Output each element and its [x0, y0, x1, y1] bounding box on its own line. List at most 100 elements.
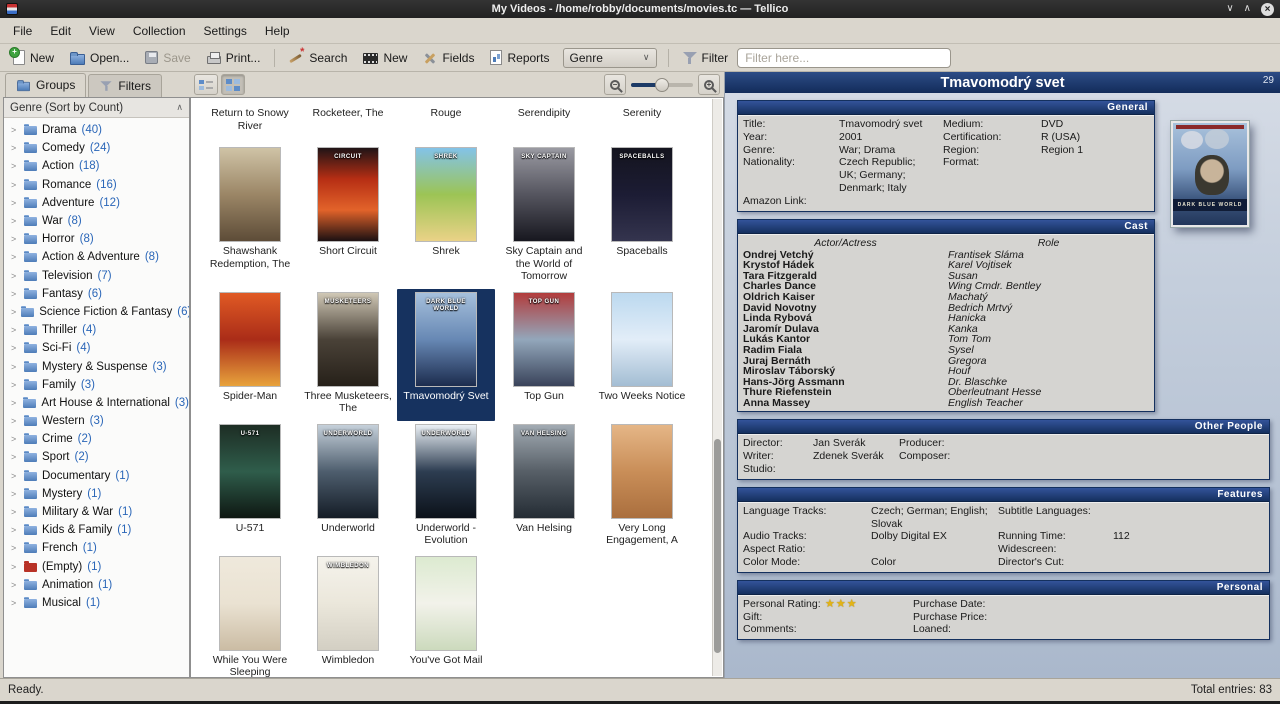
- expander-icon[interactable]: >: [11, 362, 19, 372]
- expander-icon[interactable]: >: [11, 471, 19, 481]
- menu-item[interactable]: Help: [256, 20, 299, 42]
- internet-search-button[interactable]: Search: [282, 47, 354, 68]
- movie-item[interactable]: UNDERWORLD Underworld: [299, 421, 397, 553]
- expander-icon[interactable]: >: [11, 507, 19, 517]
- genre-tree-item[interactable]: > Television 7: [4, 267, 189, 285]
- movie-item[interactable]: U-571 U-571: [201, 421, 299, 553]
- menu-item[interactable]: View: [80, 20, 124, 42]
- genre-tree-item[interactable]: > Thriller 4: [4, 321, 189, 339]
- zoom-out-button[interactable]: [604, 74, 626, 95]
- expander-icon[interactable]: >: [11, 307, 16, 317]
- genre-tree-item[interactable]: > Documentary 1: [4, 467, 189, 485]
- movie-item[interactable]: SPACEBALLS Spaceballs: [593, 144, 691, 289]
- menu-item[interactable]: File: [4, 20, 41, 42]
- movie-item[interactable]: VAN HELSING Van Helsing: [495, 421, 593, 553]
- movie-item[interactable]: Serendipity: [495, 102, 593, 140]
- expander-icon[interactable]: >: [11, 289, 19, 299]
- genre-tree-item[interactable]: > Horror 8: [4, 230, 189, 248]
- genre-tree-item[interactable]: > (Empty) 1: [4, 558, 189, 576]
- genre-tree-item[interactable]: > Art House & International 3: [4, 394, 189, 412]
- list-view-button[interactable]: [194, 74, 218, 95]
- expander-icon[interactable]: >: [11, 143, 19, 153]
- expander-icon[interactable]: >: [11, 380, 19, 390]
- genre-tree-item[interactable]: > Action 18: [4, 157, 189, 175]
- expander-icon[interactable]: >: [11, 489, 19, 499]
- vertical-scrollbar[interactable]: [712, 99, 722, 676]
- expander-icon[interactable]: >: [11, 325, 19, 335]
- genre-tree-item[interactable]: > Sport 2: [4, 448, 189, 466]
- movie-item[interactable]: CIRCUIT Short Circuit: [299, 144, 397, 289]
- genre-tree-item[interactable]: > Animation 1: [4, 576, 189, 594]
- filter-input[interactable]: [737, 48, 951, 68]
- movie-item[interactable]: SHREK Shrek: [397, 144, 495, 289]
- genre-tree-item[interactable]: > Western 3: [4, 412, 189, 430]
- expander-icon[interactable]: >: [11, 580, 19, 590]
- tab-groups[interactable]: Groups: [5, 73, 86, 97]
- movie-item[interactable]: Shawshank Redemption, The: [201, 144, 299, 289]
- slider-knob[interactable]: [655, 78, 669, 92]
- movie-item[interactable]: Very Long Engagement, A: [593, 421, 691, 553]
- genre-tree-item[interactable]: > Science Fiction & Fantasy 6: [4, 303, 189, 321]
- maximize-icon[interactable]: ∧: [1244, 3, 1251, 15]
- movie-item[interactable]: DARK BLUE WORLD Tmavomodrý Svet: [397, 289, 495, 421]
- fields-button[interactable]: Fields: [416, 48, 481, 68]
- movie-item[interactable]: Serenity: [593, 102, 691, 140]
- group-by-combobox[interactable]: Genre ∨: [563, 48, 657, 68]
- genre-tree-item[interactable]: > Mystery & Suspense 3: [4, 357, 189, 375]
- genre-tree-item[interactable]: > Military & War 1: [4, 503, 189, 521]
- genre-tree-item[interactable]: > Family 3: [4, 376, 189, 394]
- new-entry-button[interactable]: New: [356, 48, 414, 68]
- expander-icon[interactable]: >: [11, 398, 18, 408]
- expander-icon[interactable]: >: [11, 434, 19, 444]
- genre-tree-item[interactable]: > Mystery 1: [4, 485, 189, 503]
- icon-size-slider[interactable]: [631, 83, 693, 87]
- genre-tree-item[interactable]: > French 1: [4, 539, 189, 557]
- collapse-icon[interactable]: ∧: [176, 102, 183, 113]
- expander-icon[interactable]: >: [11, 216, 19, 226]
- save-button[interactable]: Save: [138, 48, 197, 68]
- expander-icon[interactable]: >: [11, 198, 19, 208]
- genre-tree-item[interactable]: > Sci-Fi 4: [4, 339, 189, 357]
- movie-item[interactable]: Return to Snowy River: [201, 102, 299, 140]
- expander-icon[interactable]: >: [11, 161, 19, 171]
- genre-tree-item[interactable]: > Kids & Family 1: [4, 521, 189, 539]
- genre-tree-item[interactable]: > Fantasy 6: [4, 285, 189, 303]
- menu-item[interactable]: Edit: [41, 20, 80, 42]
- movie-item[interactable]: UNDERWORLD Underworld - Evolution: [397, 421, 495, 553]
- icon-view-button[interactable]: [221, 74, 245, 95]
- genre-tree-item[interactable]: > Musical 1: [4, 594, 189, 612]
- expander-icon[interactable]: >: [11, 252, 19, 262]
- movie-item[interactable]: Rocketeer, The: [299, 102, 397, 140]
- expander-icon[interactable]: >: [11, 343, 19, 353]
- open-button[interactable]: Open...: [63, 48, 136, 68]
- movie-item[interactable]: SKY CAPTAIN Sky Captain and the World of…: [495, 144, 593, 289]
- genre-tree-item[interactable]: > Comedy 24: [4, 139, 189, 157]
- movie-item[interactable]: MUSKETEERS Three Musketeers, The: [299, 289, 397, 421]
- genre-tree-item[interactable]: > Action & Adventure 8: [4, 248, 189, 266]
- expander-icon[interactable]: >: [11, 562, 19, 572]
- genre-tree-item[interactable]: > War 8: [4, 212, 189, 230]
- movie-item[interactable]: TOP GUN Top Gun: [495, 289, 593, 421]
- close-icon[interactable]: ×: [1261, 3, 1274, 16]
- expander-icon[interactable]: >: [11, 125, 19, 135]
- movie-item[interactable]: You've Got Mail: [397, 553, 495, 679]
- genre-tree-item[interactable]: > Drama 40: [4, 121, 189, 139]
- movie-item[interactable]: While You Were Sleeping: [201, 553, 299, 679]
- expander-icon[interactable]: >: [11, 452, 19, 462]
- expander-icon[interactable]: >: [11, 598, 19, 608]
- expander-icon[interactable]: >: [11, 180, 19, 190]
- zoom-in-button[interactable]: [698, 74, 720, 95]
- scrollbar-thumb[interactable]: [714, 439, 721, 652]
- genre-tree-item[interactable]: > Adventure 12: [4, 194, 189, 212]
- new-collection-button[interactable]: New: [6, 47, 61, 68]
- genre-tree-item[interactable]: > Romance 16: [4, 176, 189, 194]
- movie-item[interactable]: WIMBLEDON Wimbledon: [299, 553, 397, 679]
- movie-item[interactable]: Spider-Man: [201, 289, 299, 421]
- expander-icon[interactable]: >: [11, 543, 19, 553]
- expander-icon[interactable]: >: [11, 271, 19, 281]
- expander-icon[interactable]: >: [11, 416, 19, 426]
- genre-tree-item[interactable]: > Crime 2: [4, 430, 189, 448]
- reports-button[interactable]: Reports: [483, 47, 556, 68]
- group-tree-header[interactable]: Genre (Sort by Count) ∧: [4, 98, 189, 118]
- menu-item[interactable]: Collection: [124, 20, 195, 42]
